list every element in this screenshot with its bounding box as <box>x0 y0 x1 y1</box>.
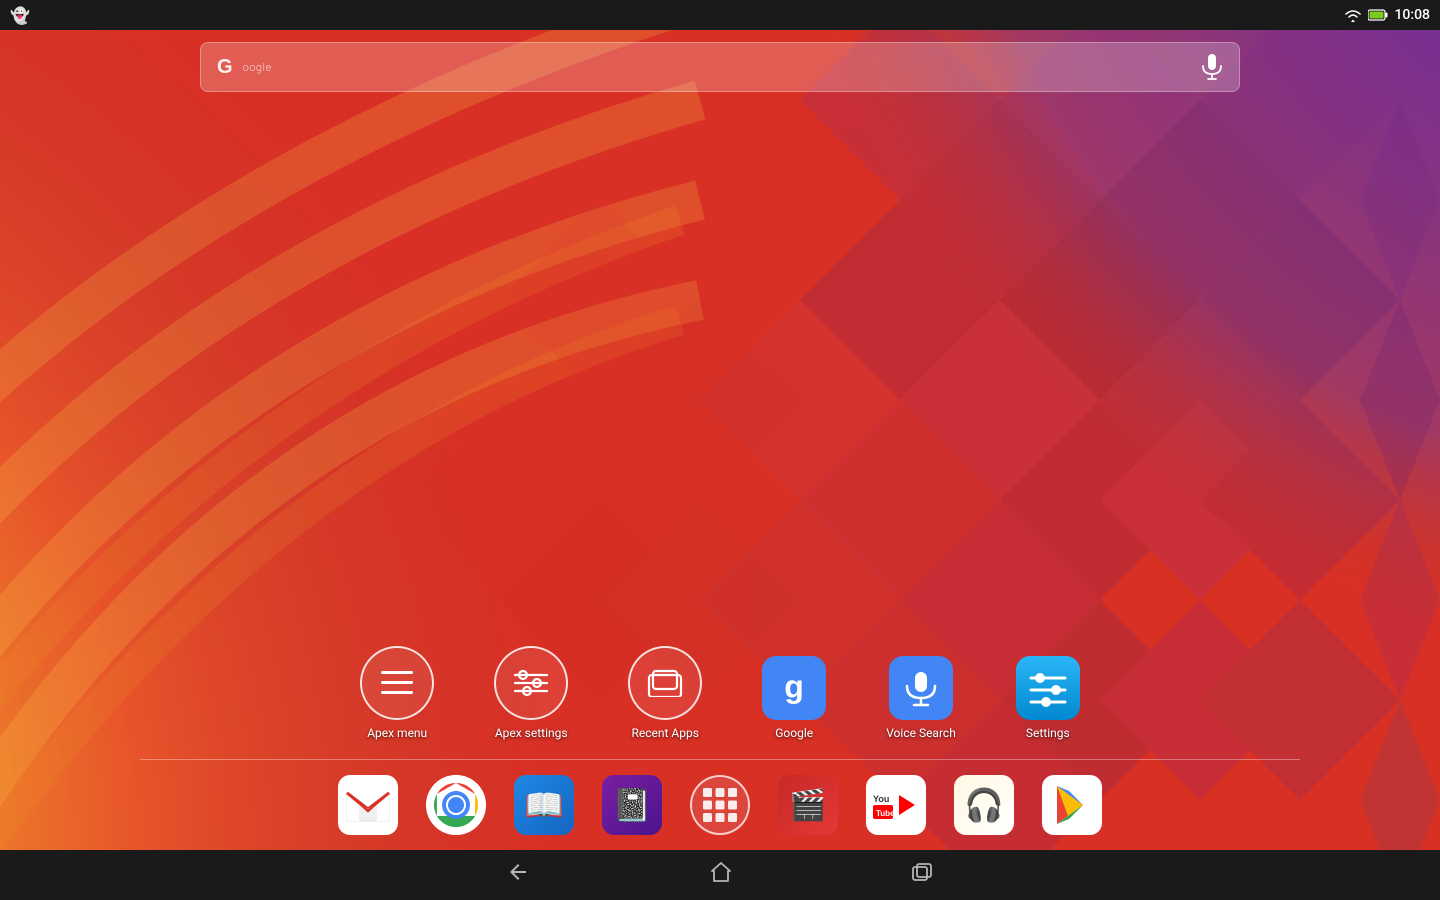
svg-text:Tube: Tube <box>876 809 895 818</box>
video-dock-app[interactable]: 🎬 <box>778 775 838 835</box>
battery-icon <box>1368 9 1388 21</box>
apex-settings-icon <box>494 646 568 720</box>
main-apps-row: Apex menu Apex settings Recent Apps <box>0 646 1440 740</box>
chrome-dock-app[interactable] <box>426 775 486 835</box>
voice-search-icon[interactable] <box>1201 54 1223 80</box>
headphones-icon: 🎧 <box>954 775 1014 835</box>
play-store-icon <box>1042 775 1102 835</box>
home-button[interactable] <box>710 861 732 889</box>
recent-apps-app[interactable]: Recent Apps <box>628 646 702 740</box>
video-icon: 🎬 <box>778 775 838 835</box>
voice-search-label: Voice Search <box>886 726 956 740</box>
all-apps-dock-app[interactable] <box>690 775 750 835</box>
status-time: 10:08 <box>1394 7 1430 23</box>
recent-button[interactable] <box>912 863 934 887</box>
dock: 📖 📓 🎬 <box>0 760 1440 850</box>
navigation-bar <box>0 850 1440 900</box>
play-store-dock-app[interactable] <box>1042 775 1102 835</box>
keep-dock-app[interactable]: 📓 <box>602 775 662 835</box>
settings-label: Settings <box>1026 726 1070 740</box>
wifi-icon <box>1344 8 1362 22</box>
play-books-dock-app[interactable]: 📖 <box>514 775 574 835</box>
settings-app-icon <box>1016 656 1080 720</box>
notification-icon: 👻 <box>10 6 30 25</box>
apex-menu-icon <box>360 646 434 720</box>
svg-text:g: g <box>784 669 804 705</box>
music-dock-app[interactable]: 🎧 <box>954 775 1014 835</box>
apex-settings-app[interactable]: Apex settings <box>494 646 568 740</box>
voice-search-app-icon <box>889 656 953 720</box>
recent-apps-icon <box>628 646 702 720</box>
gmail-icon <box>338 775 398 835</box>
recent-apps-label: Recent Apps <box>631 726 698 740</box>
chrome-icon <box>426 775 486 835</box>
all-apps-icon <box>690 775 750 835</box>
status-bar: 👻 10:08 <box>0 0 1440 30</box>
google-app[interactable]: g Google <box>762 656 826 740</box>
apex-settings-label: Apex settings <box>495 726 568 740</box>
apex-menu-app[interactable]: Apex menu <box>360 646 434 740</box>
google-label: Google <box>775 726 813 740</box>
youtube-dock-app[interactable]: You Tube <box>866 775 926 835</box>
gmail-dock-app[interactable] <box>338 775 398 835</box>
google-search-bar[interactable]: G oogle <box>200 42 1240 92</box>
settings-app[interactable]: Settings <box>1016 656 1080 740</box>
apex-menu-label: Apex menu <box>367 726 427 740</box>
back-button[interactable] <box>506 860 530 890</box>
google-icon: g <box>762 656 826 720</box>
keep-icon: 📓 <box>602 775 662 835</box>
voice-search-app[interactable]: Voice Search <box>886 656 956 740</box>
svg-text:You: You <box>873 794 889 804</box>
play-books-icon: 📖 <box>514 775 574 835</box>
youtube-icon: You Tube <box>866 775 926 835</box>
